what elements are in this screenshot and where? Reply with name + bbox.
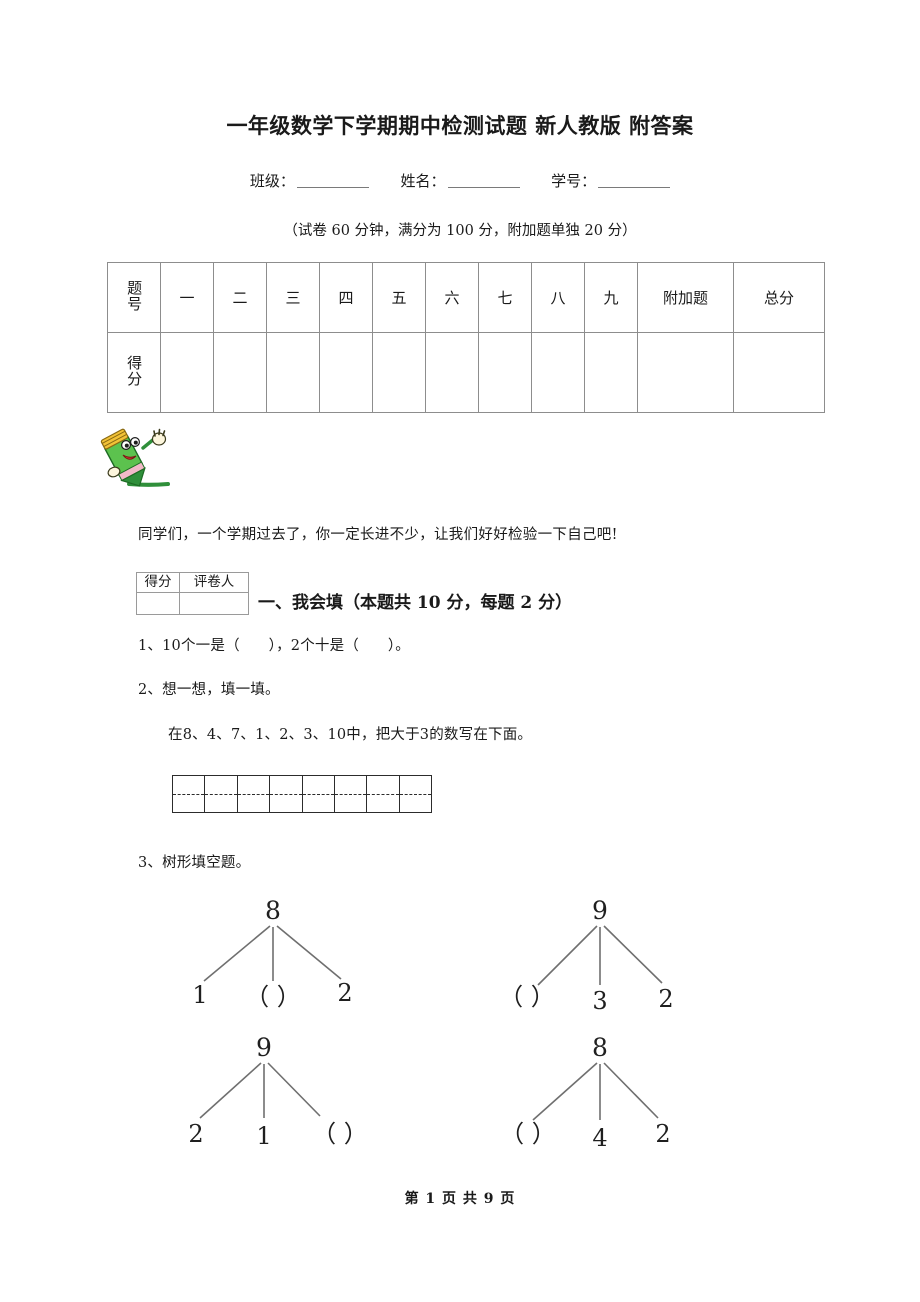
grader-box-value-row: [136, 592, 249, 615]
grid-midline: [237, 794, 270, 795]
tree-4-leaf-middle: 4: [592, 1124, 607, 1152]
number-tree-4: 8 （ ） 4 2: [500, 1030, 690, 1154]
score-table-col-1: 一: [160, 262, 214, 333]
score-cell-bonus[interactable]: [637, 332, 734, 413]
table-row-scores: 得分: [107, 332, 825, 413]
score-cell-3[interactable]: [266, 332, 320, 413]
tree-3-leaf-middle: 1: [256, 1122, 271, 1150]
grid-cell[interactable]: [237, 776, 271, 812]
score-table: 题号 一 二 三 四 五 六 七 八 九 附加题 总分 得分: [107, 262, 825, 413]
grid-midline: [302, 794, 334, 795]
score-cell-5[interactable]: [372, 332, 426, 413]
number-tree-2: 9 （ ） 3 2: [492, 893, 682, 1017]
tree-2-leaf-middle: 3: [592, 987, 607, 1015]
tree-3-root: 9: [256, 1033, 272, 1062]
grid-midline: [367, 794, 399, 795]
exam-page: 一年级数学下学期期中检测试题 新人教版 附答案 班级： 姓名： 学号： （试卷 …: [0, 0, 920, 1302]
table-row-question-numbers: 题号 一 二 三 四 五 六 七 八 九 附加题 总分: [107, 262, 825, 333]
tree-1-leaf-middle: （ ）: [245, 983, 301, 1011]
grid-midline: [334, 794, 367, 795]
tree-2-root: 9: [592, 896, 608, 925]
score-table-col-4: 四: [319, 262, 373, 333]
question-2-subtext: 在8、4、7、1、2、3、10中，把大于3的数写在下面。: [168, 727, 533, 743]
grid-cell[interactable]: [270, 776, 303, 812]
identity-line: 班级： 姓名： 学号：: [0, 170, 920, 191]
tree-4-root: 8: [592, 1033, 608, 1062]
number-tree-3: 9 2 1 （ ）: [178, 1030, 368, 1154]
score-table-col-total: 总分: [733, 262, 825, 333]
name-field: 姓名：: [400, 172, 520, 190]
grid-midline: [205, 794, 237, 795]
class-blank[interactable]: [296, 173, 369, 188]
number-tree-1: 8 1 （ ） 2: [178, 893, 368, 1017]
grid-cell[interactable]: [205, 776, 238, 812]
score-table-col-bonus: 附加题: [637, 262, 734, 333]
class-label: 班级：: [249, 172, 295, 190]
grader-box-header-row: 得分 评卷人: [136, 572, 249, 593]
grid-midline: [270, 794, 302, 795]
tree-2-leaf-right: 2: [658, 985, 673, 1013]
score-table-col-2: 二: [213, 262, 267, 333]
score-cell-2[interactable]: [213, 332, 267, 413]
score-cell-1[interactable]: [160, 332, 214, 413]
score-cell-8[interactable]: [531, 332, 585, 413]
score-table-col-3: 三: [266, 262, 320, 333]
exam-note: （试卷 60 分钟，满分为 100 分，附加题单独 20 分）: [283, 223, 637, 239]
score-cell-6[interactable]: [425, 332, 479, 413]
name-label: 姓名：: [400, 172, 446, 190]
page-title: 一年级数学下学期期中检测试题 新人教版 附答案: [226, 113, 694, 138]
score-table-col-9: 九: [584, 262, 638, 333]
student-id-field: 学号：: [551, 172, 671, 190]
score-table-row-label-score: 得分: [107, 332, 161, 413]
score-table-col-8: 八: [531, 262, 585, 333]
tree-1-leaf-left: 1: [192, 981, 207, 1009]
greeting-text: 同学们，一个学期过去了，你一定长进不少，让我们好好检验一下自己吧!: [138, 527, 618, 543]
grader-box-reviewer-label: 评卷人: [179, 572, 249, 593]
score-cell-9[interactable]: [584, 332, 638, 413]
grid-cell[interactable]: [302, 776, 335, 812]
grid-cell[interactable]: [334, 776, 368, 812]
question-2: 2、想一想，填一填。: [138, 682, 280, 698]
score-cell-total[interactable]: [733, 332, 825, 413]
name-blank[interactable]: [447, 173, 520, 188]
grader-box: 得分 评卷人: [136, 572, 249, 615]
score-table-row-label-question: 题号: [107, 262, 161, 333]
score-table-col-6: 六: [425, 262, 479, 333]
class-field: 班级：: [250, 172, 369, 190]
tree-4-leaf-right: 2: [655, 1120, 670, 1148]
question-1: 1、10个一是（ ），2个十是（ ）。: [138, 638, 411, 654]
tree-2-leaf-left: （ ）: [499, 983, 555, 1011]
page-footer: 第 1 页 共 9 页: [404, 1191, 516, 1207]
grid-midline: [399, 794, 431, 795]
grid-midline: [173, 794, 205, 795]
grid-cell[interactable]: [367, 776, 400, 812]
grid-cell[interactable]: [399, 776, 431, 812]
score-cell-4[interactable]: [319, 332, 373, 413]
section-heading-1: 一、我会填（本题共 10 分，每题 2 分）: [258, 593, 573, 613]
student-id-blank[interactable]: [598, 173, 671, 188]
tree-4-leaf-left: （ ）: [500, 1120, 556, 1148]
score-table-col-5: 五: [372, 262, 426, 333]
grader-box-reviewer-value[interactable]: [179, 592, 249, 615]
tree-1-root: 8: [265, 896, 281, 925]
tree-3-leaf-right: （ ）: [312, 1120, 368, 1148]
grader-box-score-label: 得分: [136, 572, 180, 593]
number-writing-grid[interactable]: [172, 775, 432, 813]
student-id-label: 学号：: [551, 172, 597, 190]
pencil-mascot-icon: [96, 428, 196, 490]
tree-3-leaf-left: 2: [188, 1120, 203, 1148]
question-3: 3、树形填空题。: [138, 855, 251, 871]
score-table-col-7: 七: [478, 262, 532, 333]
tree-1-leaf-right: 2: [337, 979, 352, 1007]
grader-box-score-value[interactable]: [136, 592, 180, 615]
score-cell-7[interactable]: [478, 332, 532, 413]
grid-cell[interactable]: [173, 776, 206, 812]
